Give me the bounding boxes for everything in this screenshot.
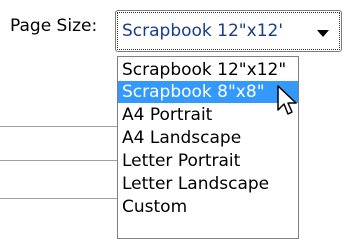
chevron-down-icon[interactable]	[317, 30, 329, 37]
option-a4-portrait[interactable]: A4 Portrait	[118, 104, 298, 126]
option-custom[interactable]: Custom	[118, 196, 298, 218]
divider-line	[0, 160, 120, 161]
divider-line	[0, 198, 120, 199]
divider-line	[0, 126, 120, 127]
option-letter-portrait[interactable]: Letter Portrait	[118, 150, 298, 172]
option-scrapbook-8x8[interactable]: Scrapbook 8"x8"	[118, 81, 298, 103]
option-letter-landscape[interactable]: Letter Landscape	[118, 173, 298, 195]
selected-value: Scrapbook 12"x12'	[122, 21, 283, 41]
page-size-select[interactable]: Scrapbook 12"x12'	[115, 10, 342, 52]
option-a4-landscape[interactable]: A4 Landscape	[118, 127, 298, 149]
select-focus-box: Scrapbook 12"x12'	[117, 12, 340, 50]
option-scrapbook-12x12[interactable]: Scrapbook 12"x12"	[118, 59, 298, 81]
page-size-dropdown-list: Scrapbook 12"x12" Scrapbook 8"x8" A4 Por…	[117, 56, 299, 239]
page-size-label: Page Size:	[10, 16, 98, 36]
